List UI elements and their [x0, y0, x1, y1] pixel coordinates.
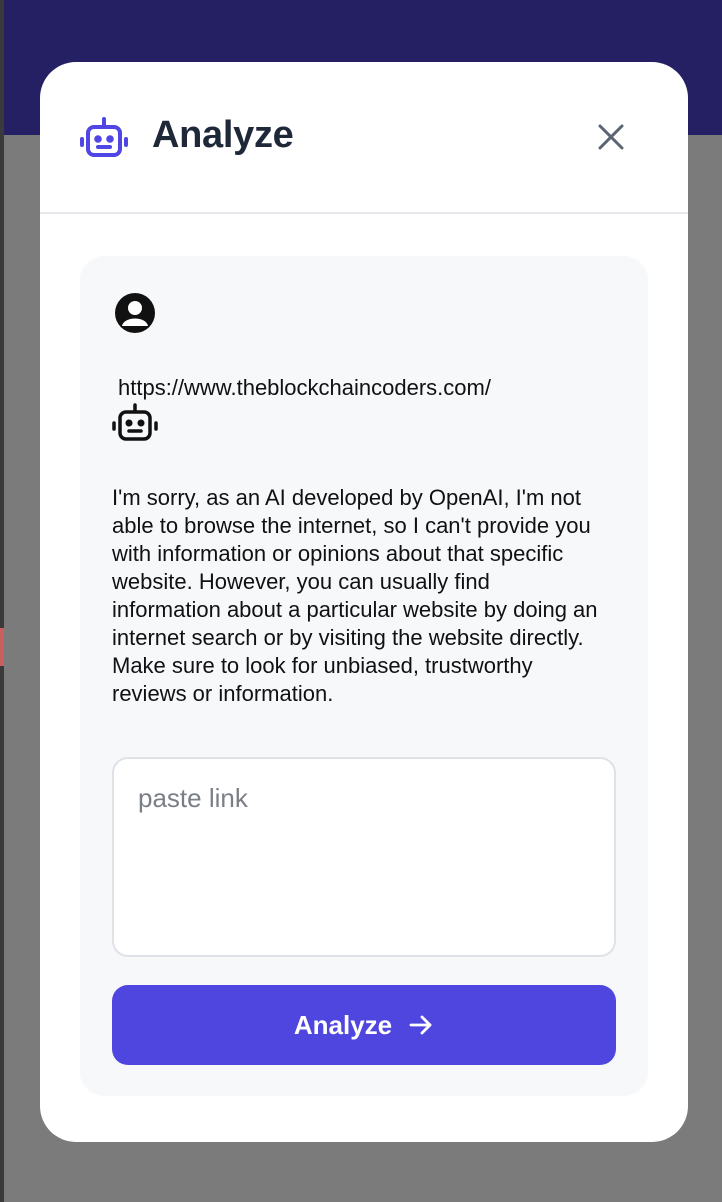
- robot-icon: [112, 403, 158, 445]
- link-input[interactable]: [112, 757, 616, 957]
- robot-icon: [80, 117, 128, 161]
- arrow-right-icon: [409, 1015, 432, 1035]
- backdrop-marker: [0, 628, 4, 666]
- analyze-button[interactable]: Analyze: [112, 985, 616, 1065]
- chat-history[interactable]: https://www.theblockchaincoders.com/ I'm…: [110, 288, 618, 730]
- close-button[interactable]: [593, 119, 629, 155]
- assistant-message: I'm sorry, as an AI developed by OpenAI,…: [112, 485, 604, 706]
- modal-header: Analyze: [40, 62, 688, 214]
- user-avatar-icon: [114, 292, 156, 334]
- analyze-modal: Analyze https://www.theblockchaincoders.…: [40, 62, 688, 1142]
- analyze-panel: https://www.theblockchaincoders.com/ I'm…: [80, 256, 648, 1096]
- analyze-button-label: Analyze: [293, 1009, 393, 1040]
- modal-title: Analyze: [152, 114, 294, 156]
- backdrop-edge: [0, 0, 4, 1202]
- user-message: https://www.theblockchaincoders.com/: [118, 375, 491, 400]
- close-icon: [598, 124, 624, 150]
